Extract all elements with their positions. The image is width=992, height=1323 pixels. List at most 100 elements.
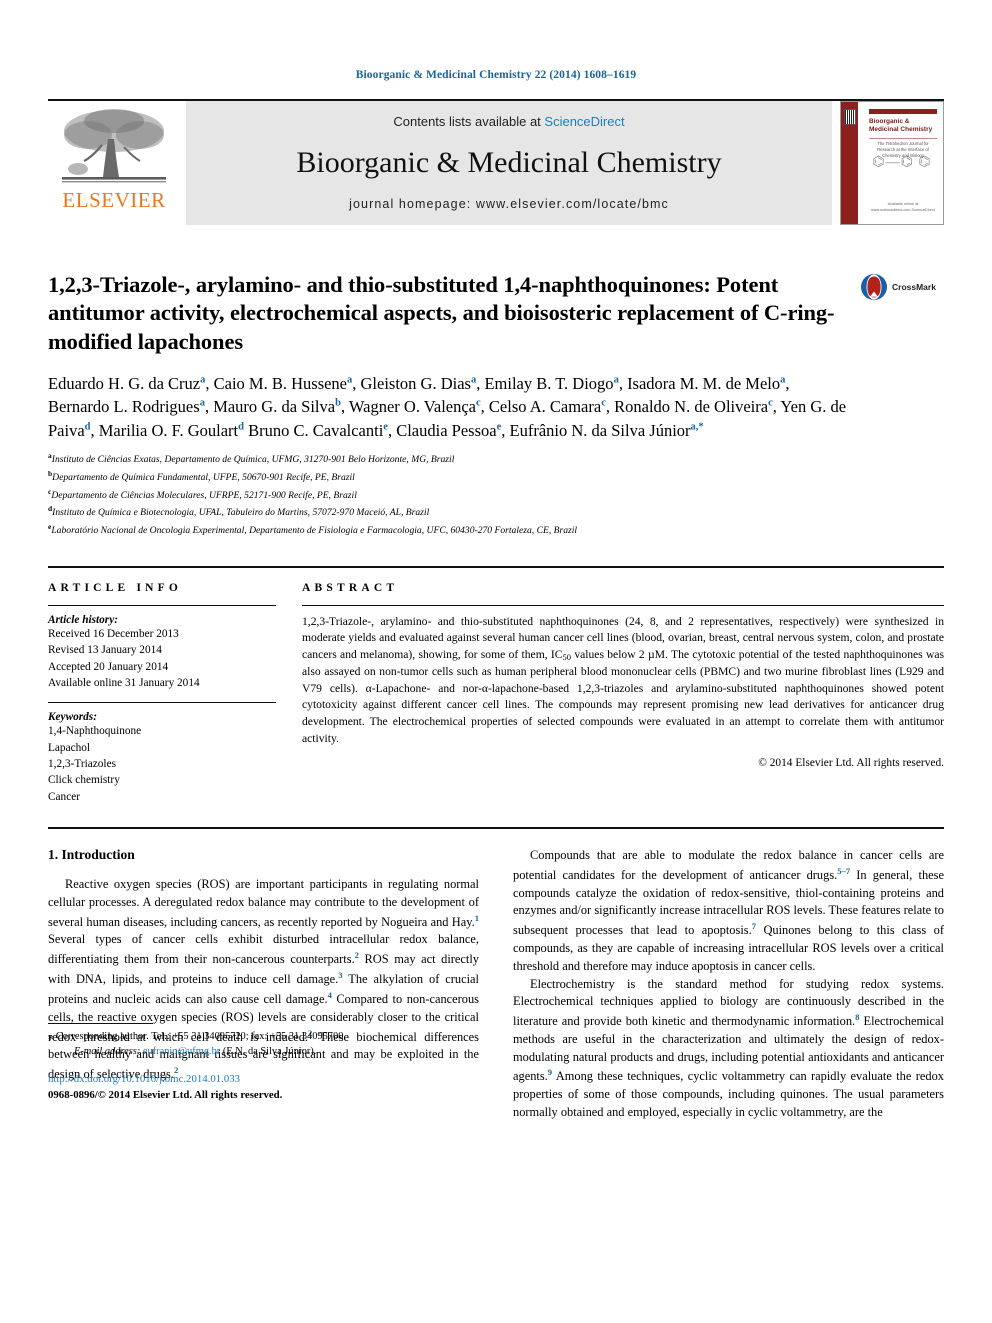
- article-info-divider: [48, 604, 276, 606]
- author-name: Bernardo L. Rodrigues: [48, 397, 200, 417]
- footnote-text: ⁎ Corresponding author. Tel.: +55 31 340…: [48, 1030, 479, 1060]
- author-name: Caio M. B. Hussene: [213, 373, 348, 393]
- author-name: Wagner O. Valença: [348, 397, 476, 417]
- journal-article-page: Bioorganic & Medicinal Chemistry 22 (201…: [0, 0, 992, 1323]
- keywords-label: Keywords:: [48, 711, 97, 724]
- right-column-paragraphs: Compounds that are able to modulate the …: [513, 847, 944, 1122]
- affiliation-text: Instituto de Química e Biotecnologia, UF…: [52, 507, 430, 519]
- journal-title: Bioorganic & Medicinal Chemistry: [296, 145, 722, 179]
- citation-ref[interactable]: 9: [548, 1067, 552, 1077]
- affiliation-text: Departamento de Química Fundamental, UFP…: [52, 472, 355, 484]
- affiliation-text: Instituto de Ciências Exatas, Departamen…: [51, 454, 455, 466]
- journal-masthead: ELSEVIER Contents lists available at Sci…: [48, 98, 944, 225]
- cover-top-rule: [869, 108, 937, 114]
- issn-copyright: 0968-0896/© 2014 Elsevier Ltd. All right…: [48, 1089, 283, 1102]
- article-history-item: Available online 31 January 2014: [48, 676, 200, 689]
- article-history-item: Received 16 December 2013: [48, 627, 179, 640]
- article-history-list: Received 16 December 2013 Revised 13 Janu…: [48, 626, 276, 692]
- article-info-heading: ARTICLE INFO: [48, 581, 183, 594]
- elsevier-logo: ELSEVIER: [48, 101, 180, 225]
- body-paragraph: Electrochemistry is the standard method …: [513, 976, 944, 1119]
- citation-ref[interactable]: 1: [475, 913, 479, 923]
- keyword-item: Cancer: [48, 790, 80, 803]
- affiliation-text: Laboratório Nacional de Oncologia Experi…: [51, 525, 578, 537]
- footnote-rule: [48, 1023, 153, 1025]
- author-affiliation-mark: a: [613, 374, 619, 386]
- citation-ref[interactable]: 4: [328, 990, 332, 1000]
- affiliation-item: cDepartamento de Ciências Moleculares, U…: [48, 486, 944, 504]
- cover-divider: [869, 137, 937, 139]
- journal-cover-thumbnail[interactable]: Bioorganic & Medicinal Chemistry The Tet…: [840, 100, 944, 225]
- keyword-item: Lapachol: [48, 741, 91, 754]
- corresponding-author-footnote: ⁎ Corresponding author. Tel.: +55 31 340…: [48, 1023, 479, 1060]
- author-affiliation-mark: c: [476, 397, 481, 409]
- keyword-item: 1,4-Naphthoquinone: [48, 725, 142, 738]
- author-name: Marilia O. F. Goulart: [98, 420, 239, 440]
- contents-available-line: Contents lists available at ScienceDirec…: [393, 114, 624, 129]
- footnote-star: ⁎: [48, 1031, 54, 1043]
- abstract-column: ABSTRACT 1,2,3-Triazole-, arylamino- and…: [302, 582, 944, 805]
- author-affiliation-mark: e: [383, 421, 388, 433]
- body-column-left: 1. Introduction Reactive oxygen species …: [48, 847, 479, 1122]
- author-name: Isadora M. M. de Melo: [627, 373, 781, 393]
- journal-band: Contents lists available at ScienceDirec…: [186, 100, 832, 225]
- abstract-text: 1,2,3-Triazole-, arylamino- and thio-sub…: [302, 614, 944, 748]
- running-head: Bioorganic & Medicinal Chemistry 22 (201…: [355, 69, 637, 81]
- crossmark-icon: [861, 273, 887, 300]
- keywords-divider: [48, 702, 276, 704]
- footnote-corresponding: Corresponding author. Tel.: +55 31 34095…: [55, 1031, 346, 1043]
- author-affiliation-mark: a,*: [690, 421, 704, 433]
- affiliation-item: bDepartamento de Química Fundamental, UF…: [48, 468, 944, 486]
- cover-footer-text: Available online at www.sciencedirect.co…: [871, 202, 935, 213]
- affiliation-item: aInstituto de Ciências Exatas, Departame…: [48, 450, 944, 468]
- author-name: Claudia Pessoa: [396, 420, 497, 440]
- citation-ref[interactable]: 3: [338, 970, 342, 980]
- section-title-introduction: 1. Introduction: [48, 847, 135, 863]
- contents-prefix: Contents lists available at: [393, 113, 545, 129]
- doi-issn-block: http://dx.doi.org/10.1016/j.bmc.2014.01.…: [48, 1071, 479, 1103]
- cover-barcode-icon: [844, 108, 856, 125]
- elsevier-wordmark: ELSEVIER: [62, 187, 166, 212]
- author-name: Gleiston G. Dias: [360, 373, 471, 393]
- author-name: Bruno C. Cavalcanti: [248, 420, 384, 440]
- keyword-item: Click chemistry: [48, 774, 120, 787]
- citation-ref[interactable]: 5–7: [837, 866, 850, 876]
- keywords-list: 1,4-Naphthoquinone Lapachol 1,2,3-Triazole…: [48, 723, 276, 805]
- doi-link[interactable]: http://dx.doi.org/10.1016/j.bmc.2014.01.…: [48, 1071, 479, 1087]
- article-title: 1,2,3-Triazole-, arylamino- and thio-sub…: [48, 271, 835, 355]
- crossmark-label: CrossMark: [892, 281, 936, 292]
- body-columns: 1. Introduction Reactive oxygen species …: [48, 827, 944, 1122]
- footnote-email-suffix: (E.N. da Silva Júnior).: [220, 1045, 317, 1057]
- author-affiliation-mark: b: [335, 397, 341, 409]
- crossmark-badge[interactable]: CrossMark: [860, 273, 944, 301]
- citation-ref[interactable]: 2: [355, 950, 359, 960]
- author-affiliation-mark: c: [768, 397, 773, 409]
- author-affiliation-mark: d: [238, 421, 244, 433]
- author-affiliation-mark: a: [780, 374, 786, 386]
- author-affiliation-mark: c: [601, 397, 606, 409]
- affiliation-text: Departamento de Ciências Moleculares, UF…: [51, 489, 357, 501]
- journal-homepage[interactable]: journal homepage: www.elsevier.com/locat…: [349, 197, 669, 211]
- sciencedirect-link[interactable]: ScienceDirect: [544, 114, 624, 129]
- elsevier-tree-icon: [62, 108, 166, 182]
- author-list: Eduardo H. G. da Cruza, Caio M. B. Husse…: [48, 373, 847, 440]
- author-affiliation-mark: a: [347, 374, 353, 386]
- body-column-right: Compounds that are able to modulate the …: [513, 847, 944, 1122]
- cover-journal-title: Bioorganic & Medicinal Chemistry: [869, 117, 933, 133]
- author-name: Mauro G. da Silva: [213, 397, 336, 417]
- article-history-label: Article history:: [48, 613, 118, 626]
- article-history-item: Revised 13 January 2014: [48, 644, 162, 657]
- title-area: 1,2,3-Triazole-, arylamino- and thio-sub…: [48, 271, 944, 357]
- keyword-item: 1,2,3-Triazoles: [48, 758, 116, 770]
- author-affiliation-mark: a: [199, 397, 205, 409]
- author-name: Eufrânio N. da Silva Júnior: [509, 420, 691, 440]
- citation-ref[interactable]: 7: [752, 921, 756, 931]
- abstract-heading: ABSTRACT: [302, 581, 399, 594]
- footnote-email-link[interactable]: eufranio@ufmg.br: [143, 1046, 220, 1057]
- author-name: Celso A. Camara: [488, 397, 602, 417]
- info-abstract-row: ARTICLE INFO Article history: Received 1…: [48, 565, 944, 805]
- citation-ref[interactable]: 8: [855, 1012, 859, 1022]
- article-history-item: Accepted 20 January 2014: [48, 660, 169, 673]
- author-affiliation-mark: e: [496, 421, 502, 433]
- affiliation-item: eLaboratório Nacional de Oncologia Exper…: [48, 521, 944, 539]
